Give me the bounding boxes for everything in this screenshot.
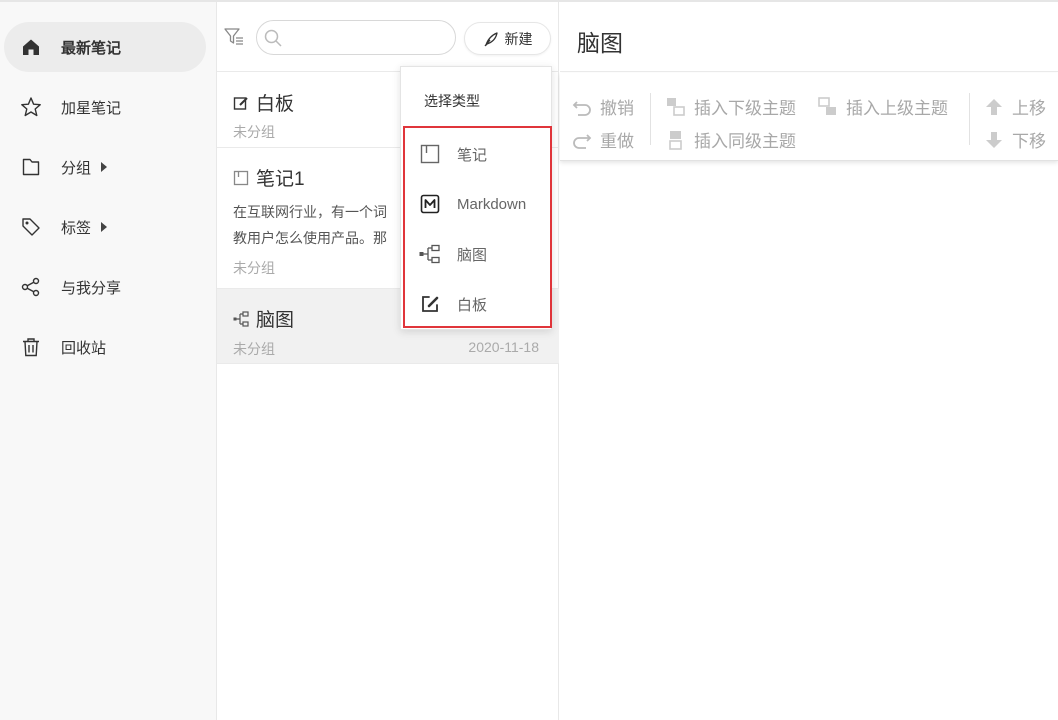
- redo-icon: [573, 133, 592, 149]
- option-label: 笔记: [457, 146, 488, 164]
- filter-icon[interactable]: [223, 26, 245, 48]
- move-down-button[interactable]: 下移: [984, 127, 1046, 152]
- sidebar-item-label: 加星笔记: [61, 99, 122, 117]
- undo-button[interactable]: 撤销: [572, 94, 634, 119]
- caret-right-icon: [101, 222, 108, 232]
- caret-right-icon: [101, 162, 108, 172]
- insert-sibling-icon: [669, 130, 682, 150]
- sidebar-item-starred-notes[interactable]: 加星笔记: [4, 82, 206, 132]
- option-whiteboard[interactable]: 白板: [402, 282, 550, 326]
- insert-parent-icon: [818, 96, 836, 115]
- note-excerpt-line-1: 在互联网行业，有一个词: [233, 204, 387, 220]
- redo-button[interactable]: 重做: [572, 127, 634, 152]
- note-date: 2020-11-18: [468, 339, 539, 355]
- undo-icon: [572, 100, 591, 116]
- search-box[interactable]: [256, 20, 456, 55]
- app-window: 最新笔记 加星笔记 分组 标签 与我分享 回收站 新建 白板 未分组 笔记1 在…: [0, 0, 1058, 720]
- feather-icon: [484, 31, 498, 46]
- share-icon: [20, 276, 42, 298]
- sidebar: 最新笔记 加星笔记 分组 标签 与我分享 回收站: [0, 2, 217, 720]
- note-title: 白板: [233, 89, 294, 116]
- note-group: 未分组: [233, 124, 275, 140]
- sidebar-item-label: 最新笔记: [61, 39, 122, 57]
- insert-child-button[interactable]: 插入下级主题: [666, 94, 796, 119]
- sidebar-item-groups[interactable]: 分组: [4, 142, 206, 192]
- option-markdown[interactable]: Markdown: [402, 182, 550, 226]
- new-button[interactable]: 新建: [464, 22, 551, 55]
- sidebar-item-label: 标签: [61, 219, 92, 237]
- option-label: Markdown: [457, 195, 527, 213]
- arrow-down-icon: [986, 131, 1002, 148]
- move-up-button[interactable]: 上移: [984, 94, 1046, 119]
- toolbar-divider: [969, 93, 970, 145]
- option-note[interactable]: 笔记: [402, 132, 550, 176]
- mindmap-toolbar: 撤销 重做 插入下级主题 插入同级主题 插入上级主题 上移 下移: [560, 73, 1058, 161]
- toolbar-divider: [650, 93, 651, 145]
- note-icon: [419, 143, 441, 165]
- insert-sibling-button[interactable]: 插入同级主题: [666, 127, 796, 152]
- sidebar-item-label: 回收站: [61, 339, 107, 357]
- search-input[interactable]: [289, 29, 449, 46]
- option-label: 白板: [457, 296, 488, 314]
- new-button-label: 新建: [504, 30, 533, 47]
- sidebar-item-shared-with-me[interactable]: 与我分享: [4, 262, 206, 312]
- note-group: 未分组: [233, 341, 275, 357]
- editor-header: 脑图: [560, 2, 1058, 72]
- editor-title[interactable]: 脑图: [577, 24, 623, 58]
- editor-panel: 脑图 撤销 重做 插入下级主题 插入同级主题 插入上级主题 上移 下移: [560, 2, 1058, 720]
- note-icon: [233, 170, 249, 185]
- mindmap-icon: [233, 310, 249, 327]
- search-icon: [263, 28, 283, 53]
- note-group: 未分组: [233, 260, 275, 276]
- insert-child-icon: [667, 97, 685, 116]
- arrow-up-icon: [986, 98, 1002, 115]
- insert-parent-button[interactable]: 插入上级主题: [818, 94, 948, 119]
- note-title: 笔记1: [233, 164, 305, 191]
- note-excerpt-line-2: 教用户怎么使用产品。那: [233, 230, 387, 246]
- folder-icon: [20, 156, 42, 178]
- mindmap-canvas[interactable]: [560, 162, 1058, 720]
- mindmap-icon: [419, 243, 441, 265]
- option-label: 脑图: [457, 246, 488, 264]
- list-toolbar: 新建: [217, 2, 558, 72]
- whiteboard-icon: [419, 293, 441, 315]
- sidebar-item-tags[interactable]: 标签: [4, 202, 206, 252]
- sidebar-item-label: 分组: [61, 159, 92, 177]
- sidebar-item-label: 与我分享: [61, 279, 122, 297]
- sidebar-item-trash[interactable]: 回收站: [4, 322, 206, 372]
- sidebar-item-recent-notes[interactable]: 最新笔记: [4, 22, 206, 72]
- trash-icon: [20, 336, 42, 358]
- new-type-dropdown: 选择类型 笔记 Markdown 脑图 白板: [400, 66, 552, 330]
- star-icon: [20, 96, 42, 118]
- note-title: 脑图: [233, 305, 294, 332]
- home-icon: [20, 36, 42, 58]
- tag-icon: [20, 216, 42, 238]
- option-mindmap[interactable]: 脑图: [402, 232, 550, 276]
- markdown-icon: [419, 193, 441, 215]
- dropdown-title: 选择类型: [424, 93, 480, 109]
- whiteboard-icon: [233, 96, 248, 110]
